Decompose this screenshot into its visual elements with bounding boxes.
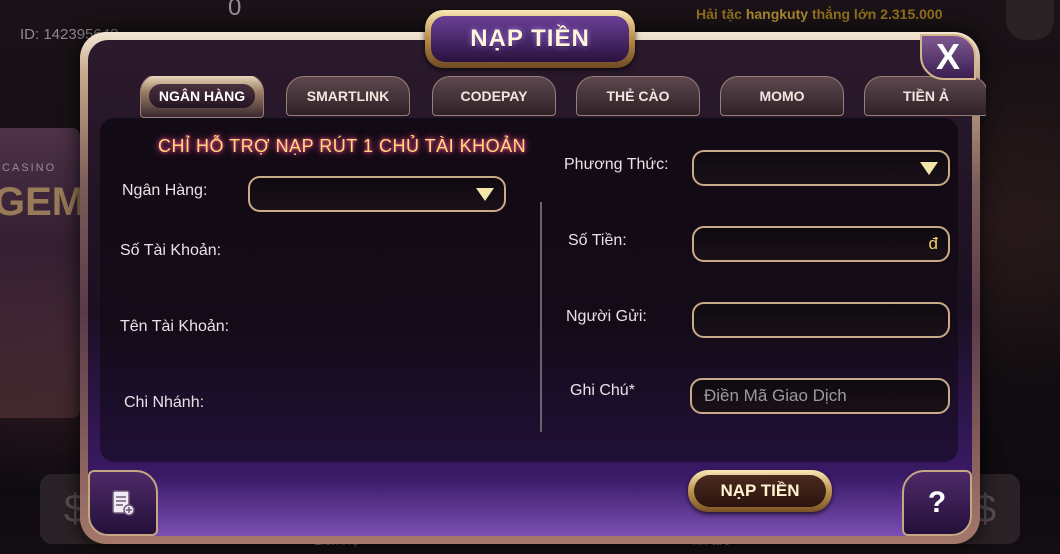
submit-label: NẠP TIỀN bbox=[694, 475, 826, 507]
casino-label: CASINO bbox=[2, 162, 57, 174]
bank-label: Ngân Hàng: bbox=[122, 182, 208, 199]
history-scroll-icon bbox=[112, 490, 135, 516]
game-screen: ID: 142395648 0 Hải tặc hangkuty thắng l… bbox=[0, 0, 1060, 554]
tab-momo[interactable]: MOMO bbox=[720, 76, 844, 116]
note-input[interactable]: Điền Mã Giao Dịch bbox=[690, 378, 950, 414]
account-number-label: Số Tài Khoản: bbox=[120, 242, 222, 259]
help-button[interactable]: ? bbox=[902, 470, 972, 536]
amount-label: Số Tiền: bbox=[568, 232, 627, 249]
note-label: Ghi Chú* bbox=[570, 382, 635, 399]
tab-label: NGÂN HÀNG bbox=[148, 84, 256, 108]
top-right-decoration bbox=[1006, 0, 1054, 40]
close-button[interactable]: X bbox=[920, 34, 976, 80]
note-placeholder: Điền Mã Giao Dịch bbox=[704, 386, 847, 405]
tab-codepay[interactable]: CODEPAY bbox=[432, 76, 556, 116]
currency-symbol: đ bbox=[928, 234, 938, 253]
deposit-dialog: NGÂN HÀNG SMARTLINK CODEPAY THẺ CÀO MOMO… bbox=[80, 10, 986, 544]
ticker-user: hangkuty bbox=[745, 6, 809, 22]
account-name-label: Tên Tài Khoản: bbox=[120, 318, 230, 335]
ticker-prefix: Hải tặc bbox=[696, 6, 742, 22]
close-icon: X bbox=[935, 36, 960, 77]
dropdown-arrow-icon bbox=[476, 188, 494, 201]
tab-more[interactable]: TIỀN Ả bbox=[864, 76, 986, 116]
method-label: Phương Thức: bbox=[564, 156, 669, 173]
ticker-suffix: thắng lớn 2.315.000 bbox=[811, 6, 943, 22]
sender-input[interactable] bbox=[692, 302, 950, 338]
casino-logo: GEM bbox=[0, 180, 86, 224]
branch-label: Chi Nhánh: bbox=[124, 394, 205, 411]
win-ticker: Hải tặc hangkuty thắng lớn 2.315.000 bbox=[696, 6, 943, 22]
bank-select[interactable] bbox=[248, 176, 506, 212]
sender-label: Người Gửi: bbox=[566, 308, 647, 325]
dialog-body: NGÂN HÀNG SMARTLINK CODEPAY THẺ CÀO MOMO… bbox=[88, 40, 986, 536]
tab-card[interactable]: THẺ CÀO bbox=[576, 76, 700, 116]
bank-form-panel: CHỈ HỖ TRỢ NẠP RÚT 1 CHỦ TÀI KHOẢN Ngân … bbox=[100, 118, 958, 462]
casino-banner: CASINO GEM bbox=[0, 128, 85, 418]
method-select[interactable] bbox=[692, 150, 950, 186]
history-button[interactable] bbox=[88, 470, 158, 536]
notice-text: CHỈ HỖ TRỢ NẠP RÚT 1 CHỦ TÀI KHOẢN bbox=[158, 136, 527, 156]
title-plate: NẠP TIỀN bbox=[425, 10, 635, 68]
amount-input[interactable]: đ bbox=[692, 226, 950, 262]
dialog-title: NẠP TIỀN bbox=[470, 25, 590, 52]
payment-tabs: NGÂN HÀNG SMARTLINK CODEPAY THẺ CÀO MOMO… bbox=[140, 76, 986, 120]
tab-smartlink[interactable]: SMARTLINK bbox=[286, 76, 410, 116]
balance-display: 0 bbox=[228, 0, 242, 21]
deposit-submit-button[interactable]: NẠP TIỀN bbox=[688, 470, 832, 512]
column-divider bbox=[540, 202, 542, 432]
dropdown-arrow-icon bbox=[920, 162, 938, 175]
tab-bank[interactable]: NGÂN HÀNG bbox=[140, 76, 264, 118]
